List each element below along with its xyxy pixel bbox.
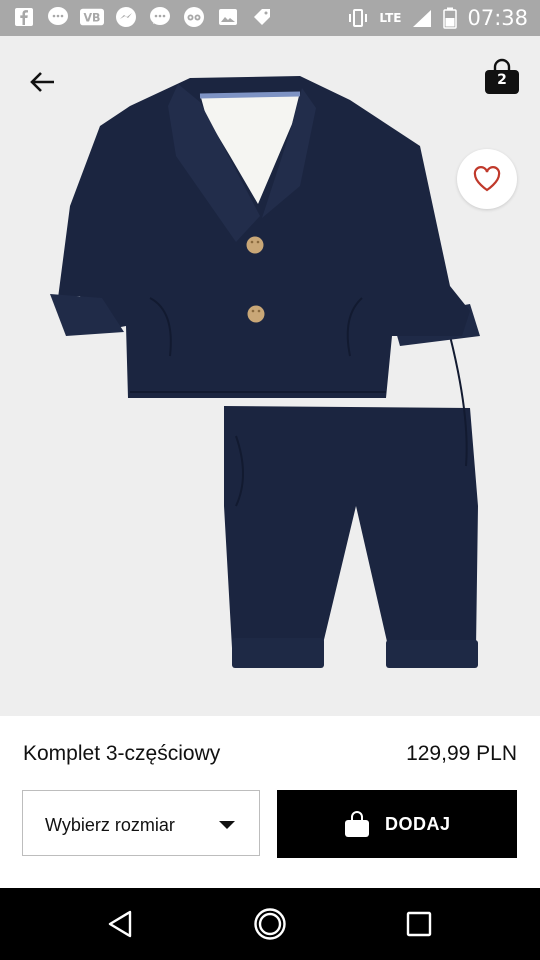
chat-icon bbox=[148, 5, 172, 29]
back-button[interactable] bbox=[22, 62, 62, 102]
product-image bbox=[50, 76, 480, 668]
product-price: 129,99 PLN bbox=[406, 742, 517, 765]
circle-home-icon bbox=[254, 908, 286, 940]
product-info-panel: Komplet 3-częściowy 129,99 PLN Wybierz r… bbox=[0, 716, 540, 888]
image-icon bbox=[216, 5, 240, 29]
tag-icon bbox=[250, 5, 274, 29]
facebook-icon bbox=[12, 5, 36, 29]
messenger-icon bbox=[114, 5, 138, 29]
svg-text:VB: VB bbox=[84, 12, 101, 25]
navigation-bar bbox=[0, 888, 540, 960]
favorite-button[interactable] bbox=[457, 149, 517, 209]
add-to-cart-label: DODAJ bbox=[385, 814, 451, 834]
signal-icon bbox=[413, 10, 432, 27]
product-image-area[interactable]: 2 bbox=[0, 36, 540, 716]
triangle-back-icon bbox=[108, 910, 132, 938]
square-recents-icon bbox=[406, 911, 432, 937]
notification-icons: VB bbox=[12, 5, 274, 29]
nav-recents-button[interactable] bbox=[401, 906, 437, 942]
clock: 07:38 bbox=[467, 6, 528, 30]
shopping-bag-button[interactable]: 2 bbox=[484, 58, 524, 100]
battery-icon bbox=[443, 7, 458, 29]
nav-back-button[interactable] bbox=[102, 906, 138, 942]
vb-icon: VB bbox=[80, 5, 104, 29]
network-type: LTE bbox=[379, 11, 402, 25]
status-bar: VB LTE 07:38 bbox=[0, 0, 540, 36]
tripadvisor-icon bbox=[182, 5, 206, 29]
cart-count-badge: 2 bbox=[497, 72, 507, 88]
shopping-bag-icon bbox=[345, 811, 369, 837]
arrow-left-icon bbox=[30, 72, 54, 92]
system-status: LTE 07:38 bbox=[347, 4, 528, 32]
size-select[interactable]: Wybierz rozmiar bbox=[22, 790, 260, 856]
size-select-label: Wybierz rozmiar bbox=[45, 815, 175, 835]
messenger-icon bbox=[46, 5, 70, 29]
chevron-down-icon bbox=[219, 821, 235, 829]
heart-icon bbox=[473, 166, 501, 192]
add-to-cart-button[interactable]: DODAJ bbox=[277, 790, 517, 858]
nav-home-button[interactable] bbox=[252, 906, 288, 942]
vibrate-icon bbox=[349, 9, 368, 27]
product-title: Komplet 3-częściowy bbox=[23, 742, 221, 765]
